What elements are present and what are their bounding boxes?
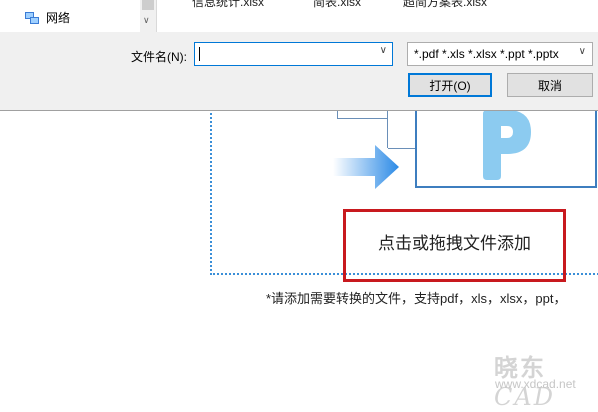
document-outline-line (337, 118, 387, 119)
list-item[interactable]: 信息统计.xlsx (192, 0, 264, 10)
dropzone-hint[interactable]: 点击或拖拽文件添加 (378, 229, 531, 254)
text-caret (199, 47, 200, 61)
navigation-pane[interactable]: 网络 ∨ (0, 0, 157, 32)
open-file-dialog: 网络 ∨ 信息统计.xlsx 简表.xlsx 超简方案表.xlsx 文件名(N)… (0, 0, 598, 111)
brand-p-icon (483, 110, 531, 180)
nav-item-label: 网络 (46, 11, 71, 25)
cancel-button[interactable]: 取消 (507, 73, 593, 97)
list-item[interactable]: 简表.xlsx (313, 0, 361, 10)
nav-scrollbar[interactable]: ∨ (140, 0, 156, 32)
supported-formats-text: *请添加需要转换的文件，支持pdf，xls，xlsx，ppt， (266, 291, 567, 306)
open-button[interactable]: 打开(O) (408, 73, 492, 97)
filename-input[interactable]: ∨ (194, 42, 393, 66)
chevron-down-icon[interactable]: ∨ (380, 45, 387, 56)
filename-label: 文件名(N): (131, 50, 187, 64)
network-icon (25, 11, 39, 24)
chevron-down-icon[interactable]: ∨ (143, 15, 150, 26)
file-list[interactable]: 信息统计.xlsx 简表.xlsx 超简方案表.xlsx (157, 0, 598, 32)
nav-item-network[interactable]: 网络 (24, 9, 70, 26)
file-type-value: *.pdf *.xls *.xlsx *.ppt *.pptx (414, 47, 559, 61)
pdf-document-preview (415, 100, 597, 188)
watermark-url: www.xdcad.net (495, 377, 576, 391)
convert-arrow-icon (333, 142, 403, 195)
list-item[interactable]: 超简方案表.xlsx (403, 0, 487, 10)
chevron-down-icon[interactable]: ∨ (579, 46, 586, 57)
file-type-select[interactable]: *.pdf *.xls *.xlsx *.ppt *.pptx ∨ (407, 42, 593, 66)
scrollbar-thumb[interactable] (142, 0, 154, 10)
